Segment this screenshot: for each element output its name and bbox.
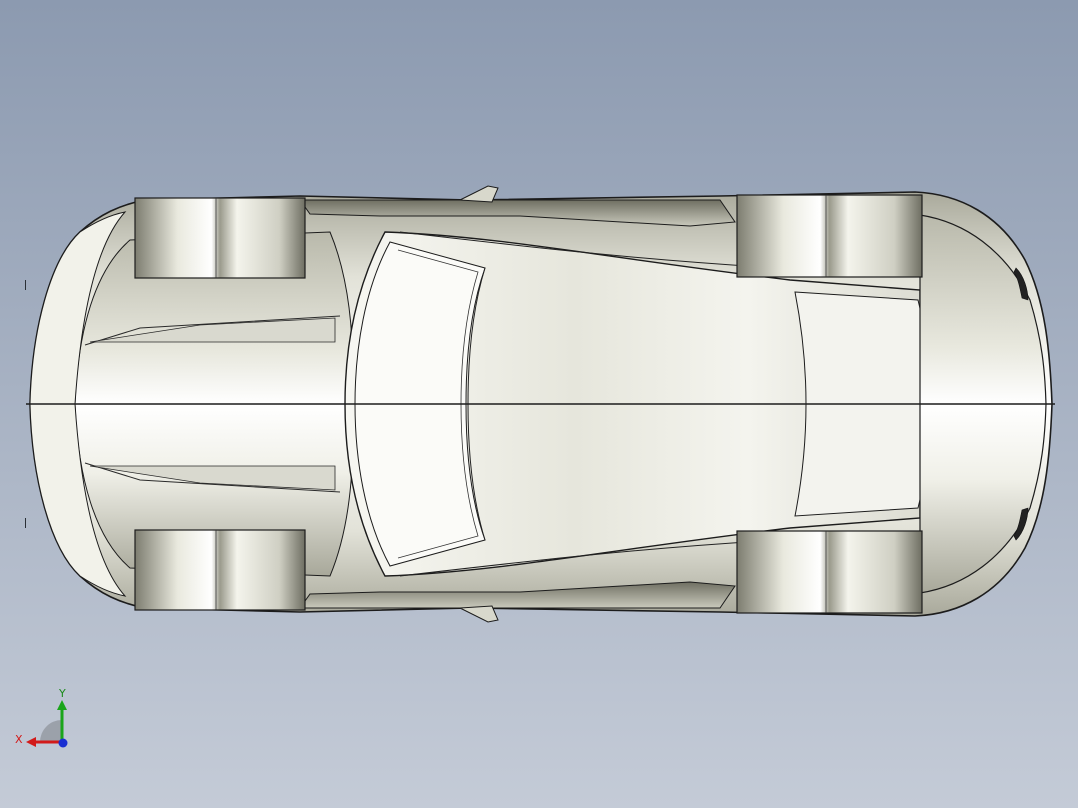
car-model-top-view[interactable] bbox=[0, 0, 1078, 808]
right-mirror bbox=[458, 605, 499, 623]
left-edge-tick-upper bbox=[25, 280, 26, 290]
y-axis-label: Y bbox=[59, 687, 66, 700]
graphics-viewport[interactable]: X Y bbox=[0, 0, 1078, 808]
z-axis-dot bbox=[58, 738, 68, 748]
left-mirror bbox=[458, 185, 499, 203]
left-edge-tick-lower bbox=[25, 518, 26, 528]
rear-left-wheel bbox=[736, 194, 923, 278]
y-arrow-head bbox=[57, 700, 67, 710]
front-left-wheel bbox=[134, 197, 306, 279]
orientation-triad[interactable]: X Y bbox=[12, 686, 76, 752]
front-right-wheel bbox=[134, 529, 306, 611]
x-axis-label: X bbox=[15, 733, 23, 746]
triad-shadow-quadrant bbox=[40, 720, 62, 742]
rear-right-wheel bbox=[736, 530, 923, 614]
x-arrow-head bbox=[26, 737, 36, 747]
